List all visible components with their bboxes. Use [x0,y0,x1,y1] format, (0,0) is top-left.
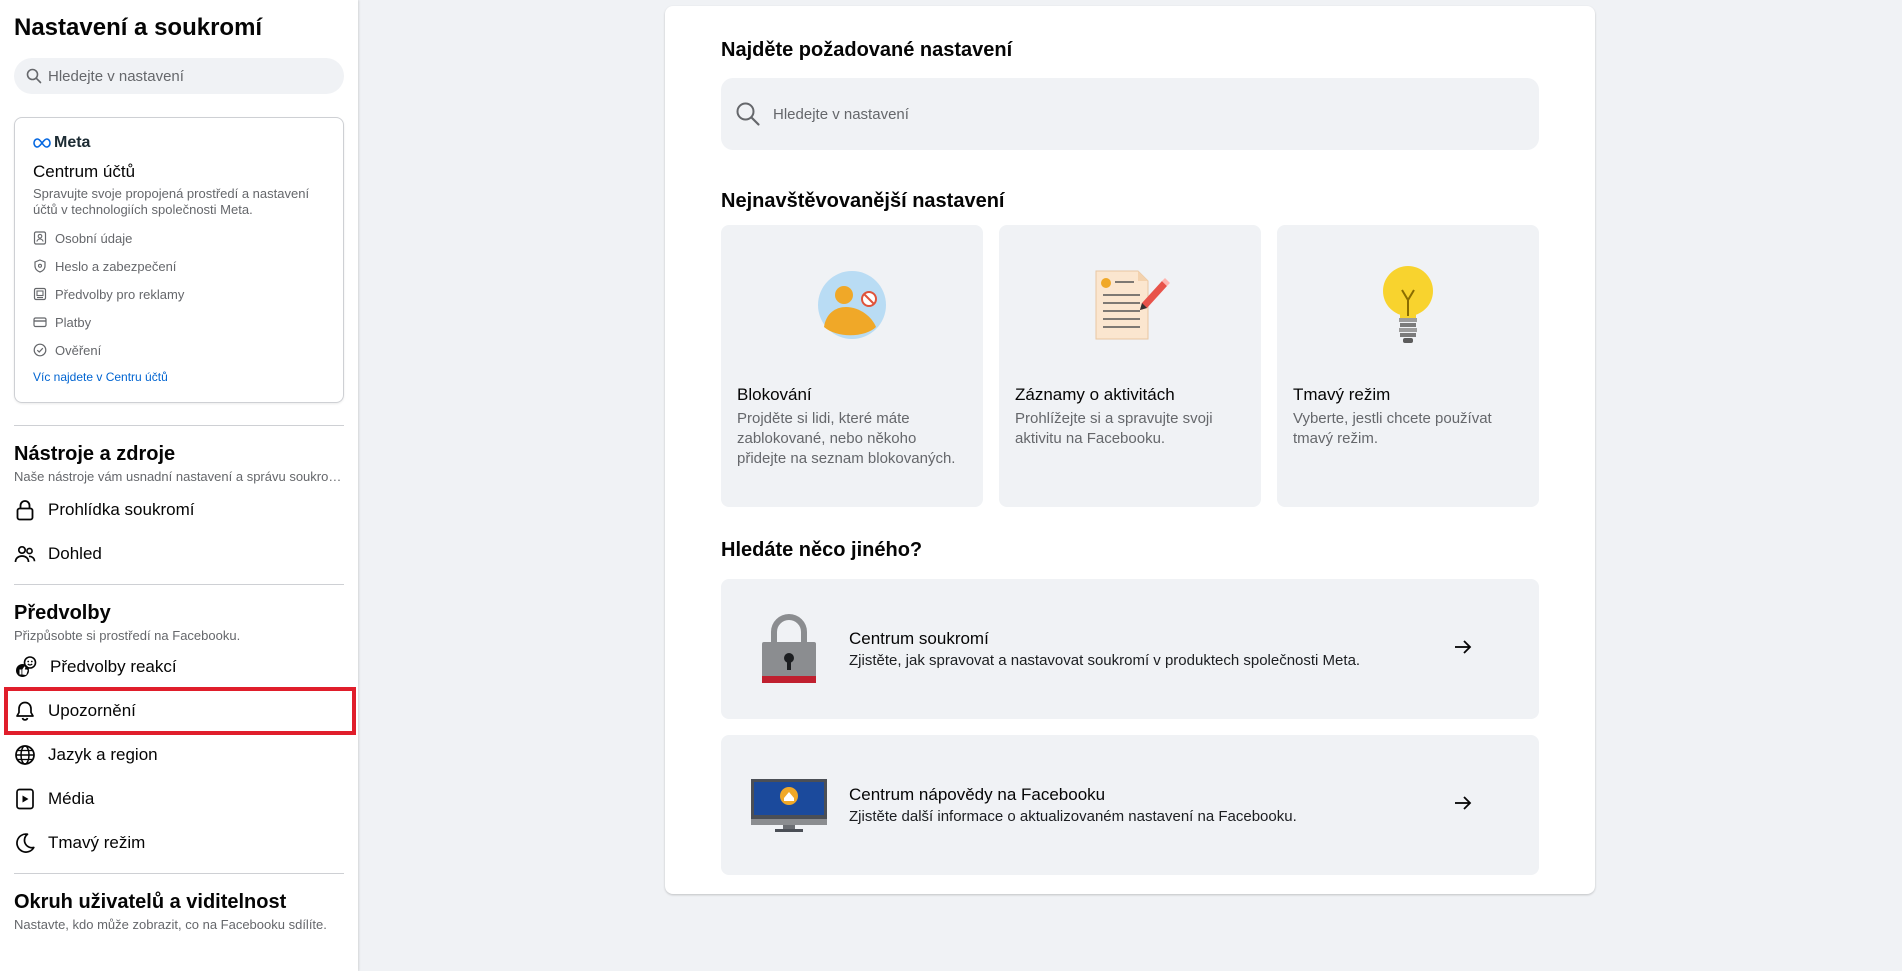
accounts-center-item-ads[interactable]: Předvolby pro reklamy [33,280,325,308]
accounts-center-item-payments[interactable]: Platby [33,308,325,336]
card-blocking[interactable]: Blokování Projděte si lidi, které máte z… [721,225,983,507]
sidebar-search-box[interactable] [14,58,344,94]
lightbulb-illustration [1293,225,1523,385]
globe-icon [15,745,35,765]
people-icon [14,545,36,563]
card-title: Tmavý režim [1293,385,1391,404]
card-activity-log[interactable]: Záznamy o aktivitách Prohlížejte si a sp… [999,225,1261,507]
accounts-center-item-verification[interactable]: Ověření [33,336,325,364]
sidebar-item-notifications[interactable]: Upozornění [4,687,356,735]
sidebar-item-label: Předvolby reakcí [50,657,177,676]
card-description: Projděte si lidi, které máte zablokované… [737,410,956,467]
card-description: Prohlížejte si a spravujte svoji aktivit… [1015,410,1213,447]
card-dark-mode[interactable]: Tmavý režim Vyberte, jestli chcete použí… [1277,225,1539,507]
link-title: Centrum soukromí [849,629,989,648]
accounts-center-link[interactable]: Víc najdete v Centru účtů [33,370,325,384]
search-icon [26,68,42,84]
lock-icon [16,500,34,521]
sidebar-divider [14,425,344,426]
sidebar-item-label: Jazyk a region [48,745,158,764]
accounts-center-card[interactable]: Meta Centrum účtů Spravujte svoje propoj… [14,117,344,403]
sidebar-item-media[interactable]: Média [14,777,344,821]
accounts-center-item-label: Heslo a zabezpečení [55,258,177,274]
section-description-preferences: Přizpůsobte si prostředí na Facebooku. [14,628,241,643]
popular-settings-heading: Nejnavštěvovanější nastavení [721,190,1005,212]
sidebar-item-label: Média [48,789,95,808]
sidebar-search-input[interactable] [48,67,318,85]
bell-icon [16,701,34,721]
id-card-icon [33,231,47,245]
accounts-center-item-password[interactable]: Heslo a zabezpečení [33,252,325,280]
popular-settings-cards: Blokování Projděte si lidi, které máte z… [721,225,1539,507]
sidebar-item-reaction-preferences[interactable]: Předvolby reakcí [14,645,344,689]
link-help-center[interactable]: Centrum nápovědy na Facebooku Zjistěte d… [721,735,1539,875]
credit-card-icon [33,317,47,328]
ad-screen-icon [33,287,47,301]
search-heading: Najděte požadované nastavení [721,39,1013,61]
meta-infinity-icon [33,138,51,148]
section-description-tools: Naše nástroje vám usnadní nastavení a sp… [14,469,344,484]
section-title-audience: Okruh uživatelů a viditelnost [14,891,287,913]
moon-icon [16,833,35,853]
settings-main-panel: Najděte požadované nastavení Nejnavštěvo… [665,6,1595,894]
sidebar-item-dark-mode[interactable]: Tmavý režim [14,821,344,865]
accounts-center-item-personal[interactable]: Osobní údaje [33,224,325,252]
accounts-center-item-label: Předvolby pro reklamy [55,286,185,302]
card-description: Vyberte, jestli chcete používat tmavý re… [1293,410,1492,447]
meta-logo: Meta [33,134,325,152]
media-icon [16,788,34,810]
padlock-illustration [749,614,829,684]
sidebar-item-label: Upozornění [48,701,136,720]
card-title: Blokování [737,385,812,404]
section-title-preferences: Předvolby [14,602,111,624]
arrow-right-icon [1455,640,1472,654]
sidebar-item-supervision[interactable]: Dohled [14,532,344,576]
accounts-center-item-label: Platby [55,314,92,330]
activity-log-illustration [1015,225,1245,385]
main-search-box[interactable] [721,78,1539,150]
accounts-center-title: Centrum účtů [33,162,136,181]
card-title: Záznamy o aktivitách [1015,385,1175,404]
link-description: Zjistěte další informace o aktualizované… [849,808,1297,825]
sidebar-item-privacy-checkup[interactable]: Prohlídka soukromí [14,488,344,532]
other-heading: Hledáte něco jiného? [721,539,923,561]
sidebar-item-language-region[interactable]: Jazyk a region [14,733,344,777]
section-title-tools: Nástroje a zdroje [14,443,176,465]
accounts-center-item-label: Osobní údaje [55,230,133,246]
reactions-icon [16,656,37,677]
sidebar-divider [14,873,344,874]
monitor-illustration [749,777,829,833]
sidebar-item-label: Tmavý režim [48,833,146,852]
arrow-right-icon [1455,796,1472,810]
sidebar-item-label: Dohled [48,544,102,563]
shield-icon [34,259,46,273]
search-icon [736,102,760,126]
section-description-audience: Nastavte, kdo může zobrazit, co na Faceb… [14,917,327,932]
settings-sidebar: Nastavení a soukromí Meta Centrum účtů S… [0,0,358,971]
blocked-user-illustration [737,225,967,385]
accounts-center-description: Spravujte svoje propojená prostředí a na… [33,186,310,217]
meta-brand-text: Meta [54,134,91,151]
link-privacy-center[interactable]: Centrum soukromí Zjistěte, jak spravovat… [721,579,1539,719]
sidebar-item-label: Prohlídka soukromí [48,500,195,519]
main-search-input[interactable] [773,105,1473,123]
sidebar-divider [14,584,344,585]
link-title: Centrum nápovědy na Facebooku [849,785,1106,804]
sidebar-title: Nastavení a soukromí [14,14,263,41]
accounts-center-list: Osobní údaje Heslo a zabezpečení Předvol… [33,224,325,364]
accounts-center-item-label: Ověření [55,342,102,358]
check-badge-icon [33,343,47,357]
link-description: Zjistěte, jak spravovat a nastavovat sou… [849,652,1361,669]
